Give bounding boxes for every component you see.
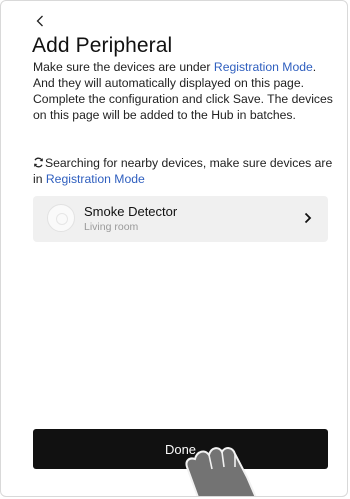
smoke-detector-icon xyxy=(47,204,75,232)
back-button[interactable] xyxy=(33,12,47,30)
instructions-part-1: Make sure the devices are under xyxy=(33,60,214,74)
refresh-icon xyxy=(34,157,43,168)
device-name: Smoke Detector xyxy=(84,204,178,219)
searching-registration-link[interactable]: Registration Mode xyxy=(46,172,145,186)
done-button[interactable]: Done xyxy=(33,429,328,469)
device-room: Living room xyxy=(84,221,139,233)
chevron-left-icon xyxy=(36,15,43,27)
searching-status: Searching for nearby devices, make sure … xyxy=(33,155,333,187)
device-item-smoke-detector[interactable]: Smoke Detector Living room xyxy=(33,196,328,242)
instructions-text: Make sure the devices are under Registra… xyxy=(33,59,333,123)
chevron-right-icon xyxy=(304,212,312,224)
page-title: Add Peripheral xyxy=(32,34,173,57)
app-screen: Add Peripheral Make sure the devices are… xyxy=(0,0,348,497)
registration-mode-link[interactable]: Registration Mode xyxy=(214,60,313,74)
